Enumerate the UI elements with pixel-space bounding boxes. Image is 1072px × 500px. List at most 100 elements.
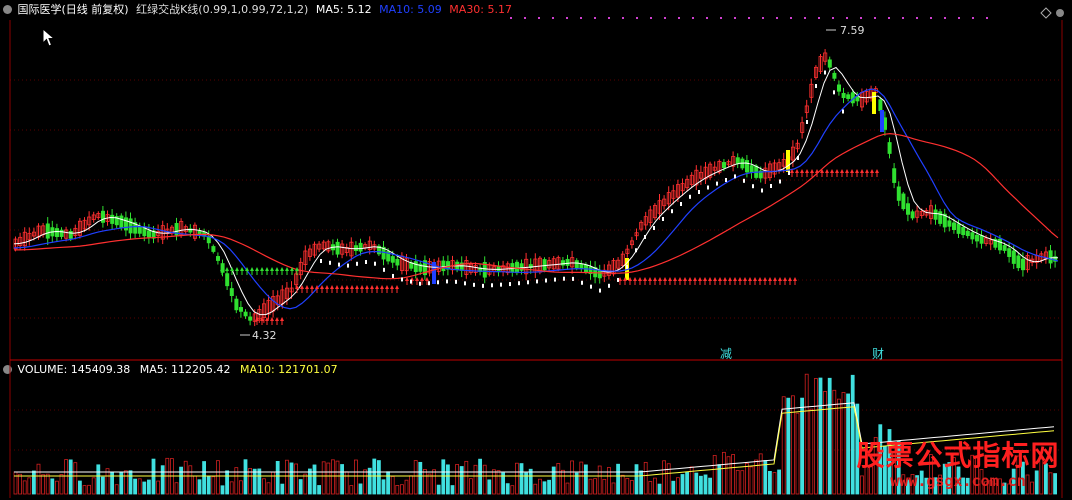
volume-bar — [542, 481, 547, 495]
volume-bar — [478, 458, 483, 495]
signal-arrow — [840, 169, 844, 173]
volume-bar — [340, 464, 345, 495]
volume-bar — [703, 474, 708, 495]
volume-bar — [662, 460, 666, 495]
volume-bar — [197, 479, 202, 495]
signal-arrow — [230, 267, 234, 271]
volume-bar — [666, 463, 671, 495]
volume-bar — [620, 474, 625, 495]
volume-bar — [680, 474, 685, 495]
volume-bar — [496, 470, 501, 495]
volume-bar — [726, 456, 731, 495]
volume-bar — [556, 463, 561, 495]
volume-bar — [491, 469, 496, 495]
volume-bar — [781, 396, 786, 495]
signal-arrow — [793, 277, 797, 281]
top-dot — [958, 17, 960, 19]
top-dot — [524, 17, 526, 19]
top-dot — [832, 17, 834, 19]
volume-bar — [455, 464, 460, 495]
signal-arrow — [320, 285, 324, 289]
ladder-dot — [761, 188, 763, 193]
top-dot — [566, 17, 568, 19]
ladder-dot — [464, 281, 466, 286]
signal-candle — [880, 110, 884, 132]
volume-bar — [832, 389, 837, 495]
signal-arrow — [688, 277, 692, 281]
volume-bar — [36, 463, 41, 495]
candle-body — [827, 59, 832, 68]
volume-bar — [653, 477, 657, 495]
signal-arrow — [325, 285, 329, 289]
volume-bar — [289, 462, 294, 495]
top-dot — [692, 17, 694, 19]
signal-arrow — [345, 285, 349, 289]
signal-arrow — [280, 317, 284, 321]
volume-bar — [59, 474, 64, 495]
volume-bar — [432, 469, 437, 495]
volume-bar — [13, 471, 18, 495]
price-chart-canvas[interactable]: 7.59 4.32 减 财 — [0, 0, 1072, 500]
signal-arrow — [768, 277, 772, 281]
candle-body — [841, 92, 846, 99]
volume-bar — [505, 483, 510, 495]
top-dot — [804, 17, 806, 19]
volume-bar — [685, 471, 689, 495]
volume-bar — [551, 466, 556, 495]
volume-bar — [643, 461, 648, 495]
label-cai: 财 — [872, 347, 884, 361]
candle-body — [970, 232, 975, 240]
signal-arrow — [380, 285, 384, 289]
signal-arrow — [355, 285, 359, 289]
signal-arrow — [365, 285, 369, 289]
volume-bar — [243, 459, 248, 495]
candle-body — [1002, 245, 1007, 251]
volume-bar — [791, 395, 795, 495]
volume-bar — [353, 459, 358, 495]
signal-arrow — [240, 267, 244, 271]
signal-arrow — [260, 267, 264, 271]
candle-body — [211, 246, 216, 252]
volume-bar — [266, 482, 271, 495]
signal-arrow — [395, 285, 399, 289]
volume-bar — [146, 479, 151, 495]
volume-bar — [303, 473, 308, 495]
ladder-dot — [365, 260, 367, 264]
volume-bar — [441, 459, 446, 495]
signal-arrow — [390, 285, 394, 289]
diamond-icon — [1040, 7, 1052, 19]
candle-body — [998, 238, 1003, 251]
volume-bar — [64, 459, 68, 495]
signal-arrow — [713, 277, 717, 281]
volume-bar — [823, 391, 827, 495]
ladder-dot — [509, 282, 511, 287]
volume-bar — [183, 460, 188, 495]
signal-arrow — [875, 169, 879, 173]
candle-body — [561, 260, 566, 266]
ladder-dot — [563, 276, 565, 281]
ladder-dot — [752, 184, 754, 189]
ladder-dot — [392, 273, 394, 278]
volume-bar — [657, 483, 662, 495]
volume-bar — [317, 485, 322, 495]
watermark-title: 股票公式指标网 — [856, 439, 1060, 472]
signal-arrow — [653, 277, 657, 281]
candle-body — [722, 162, 727, 169]
signal-arrow — [855, 169, 859, 173]
candle-body — [584, 264, 589, 273]
ladder-dot — [581, 280, 583, 285]
volume-bar — [648, 481, 653, 495]
signal-arrow — [683, 277, 687, 281]
volume-bar — [174, 482, 179, 495]
volume-bar — [68, 459, 73, 495]
volume-bar — [261, 478, 266, 495]
signal-arrow — [830, 169, 834, 173]
signal-arrow — [708, 277, 712, 281]
candle-body — [745, 160, 750, 173]
ladder-dot — [644, 235, 646, 239]
ladder-dot — [518, 281, 520, 286]
volume-bar — [777, 469, 781, 495]
top-dot — [762, 17, 764, 19]
top-dot — [594, 17, 596, 19]
volume-bar — [795, 412, 800, 495]
